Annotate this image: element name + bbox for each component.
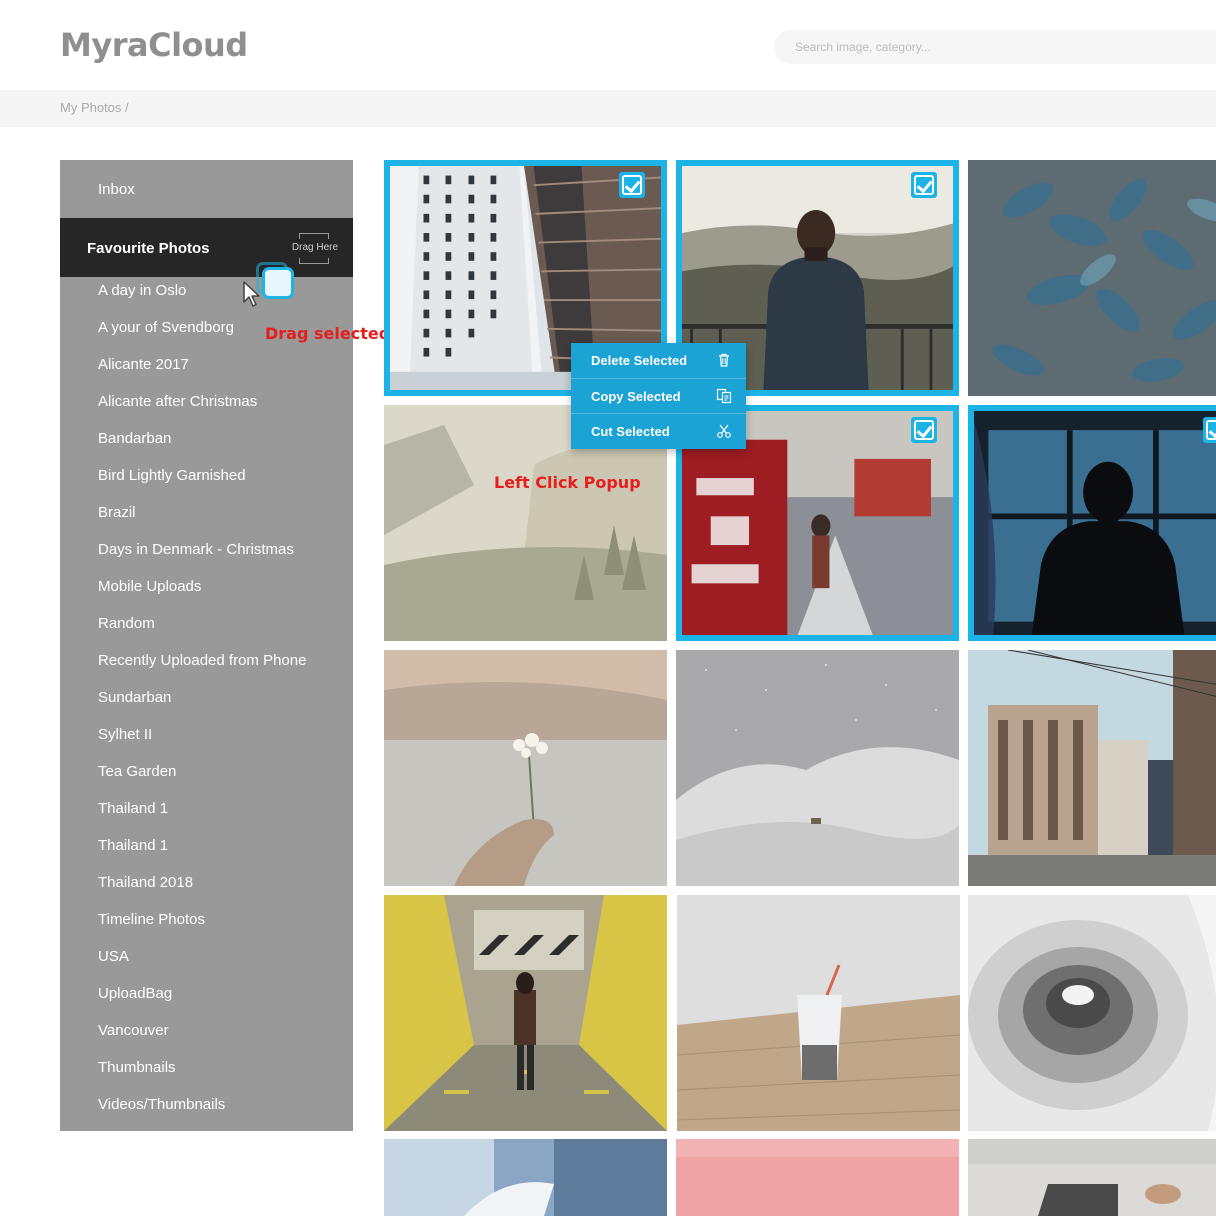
sidebar-item-album[interactable]: A day in Oslo xyxy=(98,282,186,299)
photo-tile[interactable] xyxy=(677,895,960,1131)
app-logo[interactable]: MyraCloud xyxy=(60,26,248,64)
sidebar-item-album[interactable]: UploadBag xyxy=(98,985,172,1002)
cut-selected-button[interactable]: Cut Selected xyxy=(571,413,746,449)
drop-bracket-icon xyxy=(299,233,329,239)
sidebar-item-album[interactable]: Sylhet II xyxy=(98,726,152,743)
photo-pink-wall xyxy=(676,1139,959,1216)
search-input[interactable] xyxy=(774,30,1216,64)
sidebar-item-album[interactable]: Mobile Uploads xyxy=(98,578,201,595)
sidebar-item-album[interactable]: Random xyxy=(98,615,155,632)
photo-drink-on-table xyxy=(677,895,960,1131)
sidebar: Inbox Favourite Photos Drag Here A day i… xyxy=(60,160,353,1131)
sidebar-item-album[interactable]: Thailand 1 xyxy=(98,800,168,817)
photo-laptop-desk xyxy=(968,1139,1216,1216)
drop-zone-label: Drag Here xyxy=(291,242,339,253)
sidebar-item-album[interactable]: Brazil xyxy=(98,504,136,521)
sidebar-item-album[interactable]: Thailand 1 xyxy=(98,837,168,854)
cursor-icon xyxy=(243,281,260,307)
sidebar-item-album[interactable]: Thumbnails xyxy=(98,1059,176,1076)
photo-snowy-mountain-night xyxy=(676,650,959,886)
photo-tile[interactable] xyxy=(384,650,667,886)
menu-item-label: Delete Selected xyxy=(591,353,688,368)
drop-zone[interactable]: Drag Here xyxy=(289,232,341,264)
sidebar-item-album[interactable]: Days in Denmark - Christmas xyxy=(98,541,294,558)
checkbox-checked-icon[interactable] xyxy=(619,172,645,198)
copy-selected-button[interactable]: Copy Selected xyxy=(571,378,746,414)
photo-city-buildings xyxy=(968,650,1216,886)
menu-item-label: Cut Selected xyxy=(591,424,670,439)
context-menu: Delete Selected Copy Selected Cut Select… xyxy=(571,343,746,449)
sidebar-item-favourite-photos[interactable]: Favourite Photos Drag Here xyxy=(60,218,353,277)
scissors-icon xyxy=(717,424,731,438)
photo-hand-holding-flower xyxy=(384,650,667,886)
photo-spiral-staircase xyxy=(968,895,1216,1131)
photo-waterfall xyxy=(384,1139,667,1216)
sidebar-item-album[interactable]: Recently Uploaded from Phone xyxy=(98,652,306,669)
photo-yellow-alley-person xyxy=(384,895,667,1131)
sidebar-item-album[interactable]: Videos/Thumbnails xyxy=(98,1096,225,1113)
photo-tile[interactable] xyxy=(384,1139,667,1216)
photo-tile[interactable] xyxy=(676,650,959,886)
drop-bracket-icon xyxy=(299,258,329,264)
sidebar-item-album[interactable]: Bandarban xyxy=(98,430,171,447)
sidebar-item-album[interactable]: Timeline Photos xyxy=(98,911,205,928)
breadcrumb[interactable]: My Photos / xyxy=(60,100,129,115)
sidebar-item-album[interactable]: USA xyxy=(98,948,129,965)
trash-icon xyxy=(719,353,729,367)
photo-tile[interactable] xyxy=(676,1139,959,1216)
photo-tile[interactable] xyxy=(968,405,1216,641)
popup-annotation: Left Click Popup xyxy=(494,473,641,492)
copy-icon xyxy=(716,388,732,404)
checkbox-checked-icon[interactable] xyxy=(911,172,937,198)
photo-man-at-window xyxy=(974,411,1216,635)
sidebar-item-label: Inbox xyxy=(98,181,135,198)
photo-tile[interactable] xyxy=(384,895,667,1131)
checkbox-checked-icon[interactable] xyxy=(1203,417,1216,443)
delete-selected-button[interactable]: Delete Selected xyxy=(571,343,746,378)
sidebar-item-album[interactable]: Thailand 2018 xyxy=(98,874,193,891)
photo-tile[interactable] xyxy=(968,160,1216,396)
sidebar-item-inbox[interactable]: Inbox xyxy=(60,160,353,218)
sidebar-item-album[interactable]: Sundarban xyxy=(98,689,171,706)
sidebar-item-album[interactable]: Alicante 2017 xyxy=(98,356,189,373)
sidebar-item-album[interactable]: Tea Garden xyxy=(98,763,176,780)
sidebar-item-album[interactable]: Alicante after Christmas xyxy=(98,393,257,410)
photo-tile[interactable] xyxy=(968,650,1216,886)
breadcrumb-bar: My Photos / xyxy=(0,90,1216,127)
sidebar-item-album[interactable]: Vancouver xyxy=(98,1022,169,1039)
photo-tile[interactable] xyxy=(968,1139,1216,1216)
sidebar-item-album[interactable]: A your of Svendborg xyxy=(98,319,234,336)
photo-tile[interactable] xyxy=(968,895,1216,1131)
menu-item-label: Copy Selected xyxy=(591,389,681,404)
checkbox-checked-icon[interactable] xyxy=(911,417,937,443)
sidebar-item-label: Favourite Photos xyxy=(87,240,210,257)
sidebar-item-album[interactable]: Bird Lightly Garnished xyxy=(98,467,246,484)
photo-blue-leaves xyxy=(968,160,1216,396)
